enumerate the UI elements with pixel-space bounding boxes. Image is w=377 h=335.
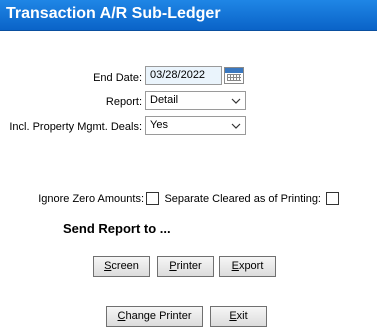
end-date-label: End Date: [93, 72, 142, 84]
separate-cleared-checkbox[interactable] [326, 192, 339, 205]
chevron-down-icon[interactable] [228, 93, 244, 108]
export-button[interactable]: Export [219, 256, 276, 277]
screen-button[interactable]: Screen [93, 256, 150, 277]
report-label: Report: [105, 96, 142, 108]
window-title: Transaction A/R Sub-Ledger [6, 5, 221, 22]
separate-cleared-label: Separate Cleared as of Printing: [164, 193, 321, 205]
end-date-field[interactable]: 03/28/2022 [145, 66, 222, 85]
report-select[interactable]: Detail [145, 91, 246, 110]
report-select-value: Detail [150, 94, 179, 106]
ignore-zero-checkbox[interactable] [146, 192, 159, 205]
printer-button[interactable]: Printer [157, 256, 214, 277]
calendar-icon[interactable] [224, 67, 244, 84]
send-report-heading: Send Report to ... [63, 221, 171, 236]
incl-property-label: Incl. Property Mgmt. Deals: [9, 121, 142, 133]
chevron-down-icon[interactable] [228, 118, 244, 133]
change-printer-button[interactable]: Change Printer [106, 306, 203, 327]
incl-property-select-value: Yes [150, 119, 168, 131]
exit-button[interactable]: Exit [210, 306, 267, 327]
title-bar: Transaction A/R Sub-Ledger [0, 0, 377, 31]
ignore-zero-label: Ignore Zero Amounts: [38, 193, 144, 205]
incl-property-select[interactable]: Yes [145, 116, 246, 135]
